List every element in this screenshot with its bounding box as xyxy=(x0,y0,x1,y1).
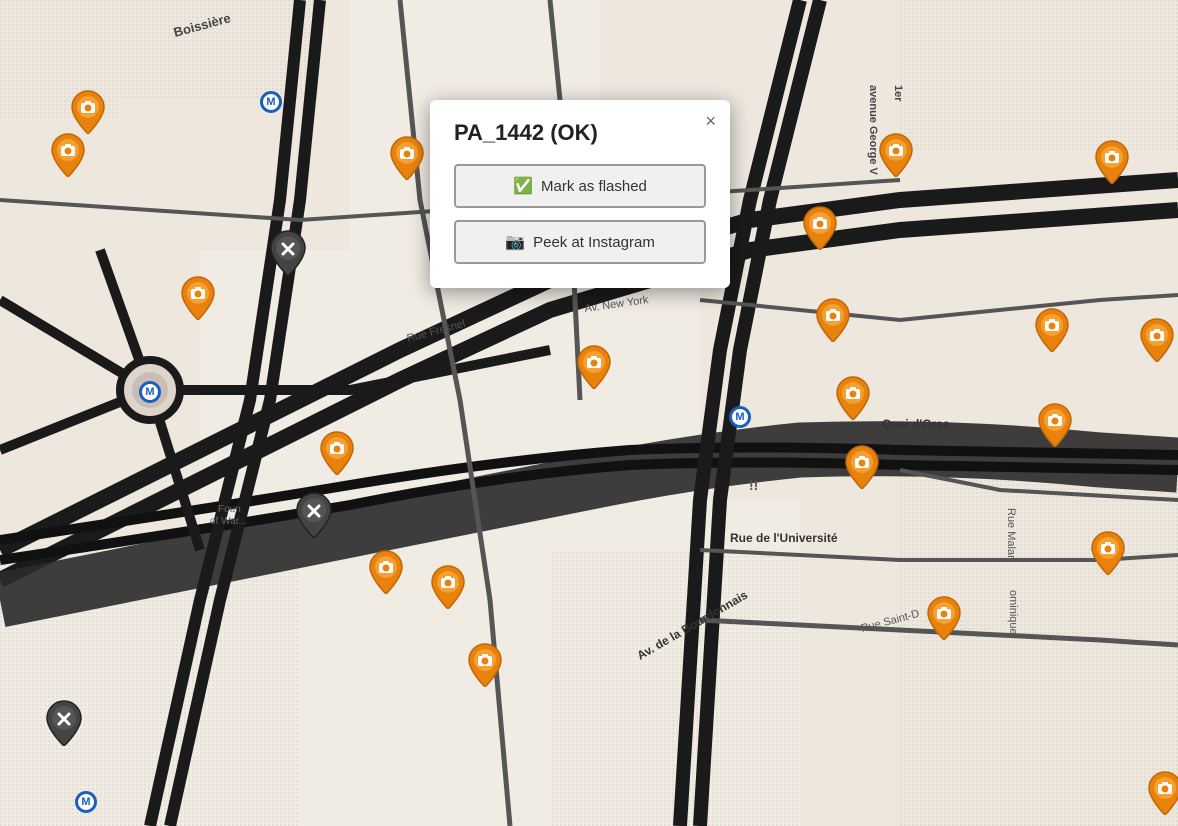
map-container: Boissière avenue George V 1er Rue Fresne… xyxy=(0,0,1178,826)
dark-pin[interactable] xyxy=(295,492,333,538)
instagram-icon: 📷 xyxy=(505,232,525,252)
svg-text:of War...: of War... xyxy=(210,516,247,527)
svg-text:Foun: Foun xyxy=(218,504,241,515)
location-popup: PA_1442 (OK) × ✅ Mark as flashed 📷 Peek … xyxy=(430,100,730,288)
camera-pin[interactable] xyxy=(844,445,880,489)
camera-pin[interactable] xyxy=(835,376,871,420)
camera-pin[interactable] xyxy=(1139,318,1175,362)
svg-text:Quai d'Orsa: Quai d'Orsa xyxy=(882,417,950,431)
mark-as-flashed-button[interactable]: ✅ Mark as flashed xyxy=(454,164,706,208)
camera-pin[interactable] xyxy=(802,206,838,250)
camera-pin[interactable] xyxy=(389,136,425,180)
metro-station: M xyxy=(729,406,751,428)
camera-pin[interactable] xyxy=(430,565,466,609)
peek-at-instagram-label: Peek at Instagram xyxy=(533,234,655,251)
camera-pin[interactable] xyxy=(1037,403,1073,447)
popup-title: PA_1442 (OK) xyxy=(454,120,706,146)
camera-pin[interactable] xyxy=(576,345,612,389)
dark-pin[interactable] xyxy=(45,700,83,746)
svg-text:Rue Malar: Rue Malar xyxy=(1005,508,1017,559)
camera-pin[interactable] xyxy=(1147,771,1178,815)
close-button[interactable]: × xyxy=(705,112,716,130)
camera-pin[interactable] xyxy=(70,90,106,134)
camera-pin[interactable] xyxy=(1094,140,1130,184)
peek-at-instagram-button[interactable]: 📷 Peek at Instagram xyxy=(454,220,706,264)
camera-pin[interactable] xyxy=(50,133,86,177)
metro-station: M xyxy=(260,91,282,113)
camera-pin[interactable] xyxy=(368,550,404,594)
metro-station: M xyxy=(139,381,161,403)
svg-text:Rue de l'Université: Rue de l'Université xyxy=(730,531,838,545)
camera-pin[interactable] xyxy=(180,276,216,320)
camera-pin[interactable] xyxy=(1034,308,1070,352)
camera-pin[interactable] xyxy=(467,643,503,687)
dark-pin[interactable] xyxy=(269,230,307,276)
camera-pin[interactable] xyxy=(319,431,355,475)
metro-station: M xyxy=(75,791,97,813)
camera-pin[interactable] xyxy=(815,298,851,342)
camera-pin[interactable] xyxy=(878,133,914,177)
svg-text:!!: !! xyxy=(749,477,758,493)
camera-pin[interactable] xyxy=(926,596,962,640)
camera-pin[interactable] xyxy=(1090,531,1126,575)
svg-text:ominique: ominique xyxy=(1007,590,1019,635)
flash-icon: ✅ xyxy=(513,176,533,196)
svg-text:1er: 1er xyxy=(892,85,904,102)
mark-as-flashed-label: Mark as flashed xyxy=(541,178,647,195)
